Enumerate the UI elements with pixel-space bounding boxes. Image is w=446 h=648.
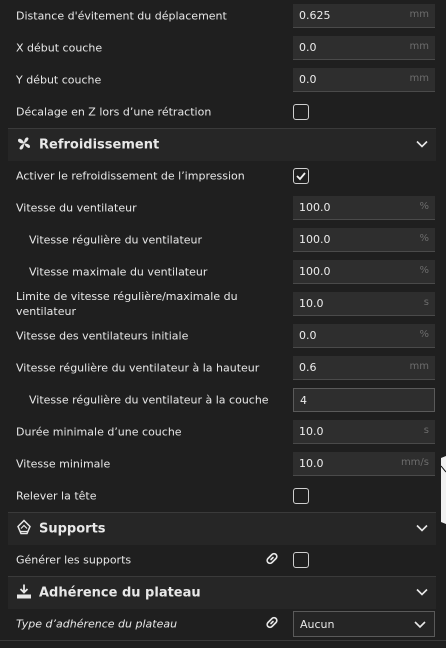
- field-unit: s: [423, 425, 429, 436]
- fan-initial-input[interactable]: 0.0 %: [293, 324, 435, 348]
- field-unit: mm/s: [400, 457, 429, 468]
- setting-zhop: Décalage en Z lors d’une rétraction: [0, 96, 446, 128]
- link-icon[interactable]: [264, 551, 280, 570]
- setting-label: Vitesse régulière du ventilateur à la co…: [29, 393, 269, 407]
- setting-fan-height: Vitesse régulière du ventilateur à la ha…: [0, 352, 446, 384]
- category-title: Supports: [39, 521, 106, 537]
- setting-label: X début couche: [16, 41, 103, 55]
- field-unit: mm: [409, 41, 429, 52]
- setting-fan-max: Vitesse maximale du ventilateur 100.0 %: [0, 256, 446, 288]
- field-value: 0.0: [299, 329, 317, 342]
- field-value: 4: [300, 394, 307, 407]
- setting-travel-avoid-distance: Distance d'évitement du déplacement 0.62…: [0, 0, 446, 32]
- field-unit: mm: [409, 9, 429, 20]
- field-value: 0.6: [299, 361, 317, 374]
- setting-label: Vitesse maximale du ventilateur: [29, 265, 208, 279]
- fan-layer-input[interactable]: 4: [293, 388, 435, 412]
- setting-label: Vitesse du ventilateur: [16, 201, 137, 215]
- setting-label: Vitesse minimale: [16, 457, 111, 471]
- setting-min-speed: Vitesse minimale 10.0 mm/s: [0, 448, 446, 480]
- setting-label: Vitesse régulière du ventilateur à la ha…: [16, 361, 260, 375]
- setting-adhesion-type: Type d’adhérence du plateau Aucun: [0, 608, 446, 640]
- setting-support-enable: Générer les supports: [0, 544, 446, 576]
- field-value: 10.0: [299, 297, 324, 310]
- link-icon[interactable]: [264, 615, 280, 634]
- field-value: 0.0: [299, 73, 317, 86]
- field-unit: mm: [409, 73, 429, 84]
- category-adhesion[interactable]: Adhérence du plateau: [8, 576, 436, 609]
- adhesion-icon: [16, 584, 32, 603]
- setting-fan-layer: Vitesse régulière du ventilateur à la co…: [0, 384, 446, 416]
- setting-label: Durée minimale d’une couche: [16, 425, 182, 439]
- fan-threshold-input[interactable]: 10.0 s: [293, 292, 435, 316]
- setting-layer-start-y: Y début couche 0.0 mm: [0, 64, 446, 96]
- fan-height-input[interactable]: 0.6 mm: [293, 356, 435, 380]
- travel-avoid-distance-input[interactable]: 0.625 mm: [293, 4, 435, 28]
- setting-label: Y début couche: [16, 73, 102, 87]
- setting-fan-initial: Vitesse des ventilateurs initiale 0.0 %: [0, 320, 446, 352]
- setting-cool-enable: Activer le refroidissement de l’impressi…: [0, 160, 446, 192]
- field-unit: %: [419, 233, 429, 244]
- checkmark-icon: [296, 172, 306, 181]
- fan-max-input[interactable]: 100.0 %: [293, 260, 435, 284]
- setting-label: Distance d'évitement du déplacement: [16, 9, 227, 23]
- setting-label: Limite de vitesse régulière/maximale du …: [16, 290, 238, 318]
- field-unit: %: [419, 201, 429, 212]
- chevron-down-icon: [416, 523, 428, 536]
- category-title: Refroidissement: [39, 137, 160, 153]
- setting-fan-threshold: Limite de vitesse régulière/maximale du …: [0, 288, 446, 320]
- fan-regular-input[interactable]: 100.0 %: [293, 228, 435, 252]
- category-title: Adhérence du plateau: [39, 585, 201, 601]
- setting-label: Relever la tête: [16, 489, 97, 503]
- fan-speed-input[interactable]: 100.0 %: [293, 196, 435, 220]
- setting-layer-start-x: X début couche 0.0 mm: [0, 32, 446, 64]
- field-unit: %: [419, 265, 429, 276]
- cool-enable-checkbox[interactable]: [293, 168, 309, 184]
- field-unit: s: [423, 297, 429, 308]
- field-value: 0.625: [299, 9, 331, 22]
- field-unit: mm: [409, 361, 429, 372]
- field-value: 0.0: [299, 41, 317, 54]
- setting-label: Vitesse régulière du ventilateur: [29, 233, 203, 247]
- layer-start-x-input[interactable]: 0.0 mm: [293, 36, 435, 60]
- zhop-checkbox[interactable]: [293, 104, 309, 120]
- setting-label: Générer les supports: [16, 553, 132, 567]
- min-speed-input[interactable]: 10.0 mm/s: [293, 452, 435, 476]
- divider: [0, 640, 446, 641]
- support-enable-checkbox[interactable]: [293, 552, 309, 568]
- chevron-down-icon: [416, 139, 428, 152]
- setting-label: Activer le refroidissement de l’impressi…: [16, 169, 245, 183]
- setting-label: Décalage en Z lors d’une rétraction: [16, 105, 212, 119]
- field-value: 100.0: [299, 233, 331, 246]
- field-unit: %: [419, 329, 429, 340]
- setting-min-layer-time: Durée minimale d’une couche 10.0 s: [0, 416, 446, 448]
- setting-label: Vitesse des ventilateurs initiale: [16, 329, 189, 343]
- layer-start-y-input[interactable]: 0.0 mm: [293, 68, 435, 92]
- category-supports[interactable]: Supports: [8, 512, 436, 545]
- support-icon: [16, 519, 32, 539]
- setting-lift-head: Relever la tête: [0, 480, 446, 512]
- field-value: 100.0: [299, 265, 331, 278]
- select-value: Aucun: [300, 618, 335, 631]
- field-value: 10.0: [299, 425, 324, 438]
- category-cooling[interactable]: Refroidissement: [8, 128, 436, 161]
- setting-fan-regular: Vitesse régulière du ventilateur 100.0 %: [0, 224, 446, 256]
- field-value: 10.0: [299, 457, 324, 470]
- setting-label: Type d’adhérence du plateau: [16, 617, 178, 631]
- chevron-down-icon: [416, 587, 428, 600]
- adhesion-type-select[interactable]: Aucun: [293, 611, 435, 637]
- min-layer-time-input[interactable]: 10.0 s: [293, 420, 435, 444]
- fan-icon: [16, 136, 32, 155]
- chevron-down-icon: [414, 619, 426, 632]
- mouse-cursor-icon: [441, 456, 446, 524]
- field-value: 100.0: [299, 201, 331, 214]
- setting-fan-speed: Vitesse du ventilateur 100.0 %: [0, 192, 446, 224]
- lift-head-checkbox[interactable]: [293, 488, 309, 504]
